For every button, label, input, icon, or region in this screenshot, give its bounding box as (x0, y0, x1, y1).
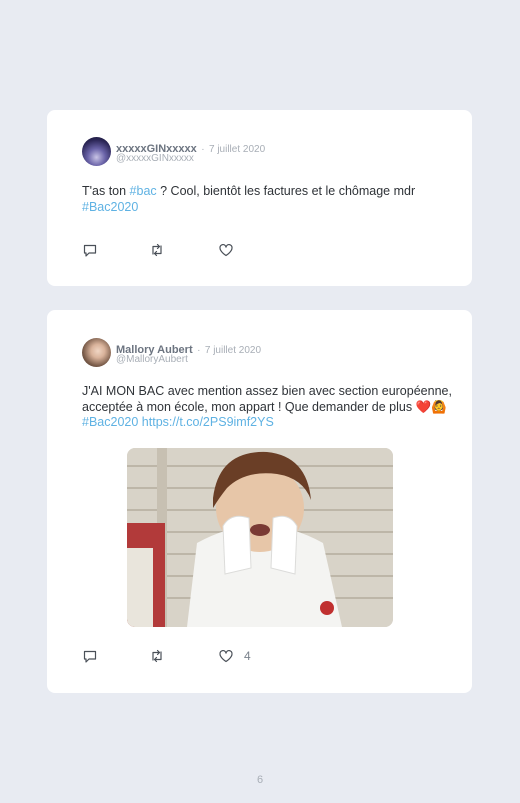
tweet-card: xxxxxGINxxxxx · 7 juillet 2020 @xxxxxGIN… (47, 110, 472, 286)
retweet-icon (152, 243, 162, 257)
heart-icon (219, 243, 233, 257)
heart-icon (219, 649, 233, 663)
tweet-text: T'as ton #bac ? Cool, bientôt les factur… (82, 184, 452, 215)
retweet-button[interactable] (149, 242, 165, 258)
like-button[interactable] (218, 242, 244, 258)
like-button[interactable]: 4 (218, 648, 251, 664)
tweet-date[interactable]: 7 juillet 2020 (209, 144, 265, 155)
emoji: ❤️🙆 (415, 399, 447, 414)
tweet-actions: 4 (82, 648, 382, 664)
tweet-card: Mallory Aubert · 7 juillet 2020 @Mallory… (47, 310, 472, 693)
tweet-text: J'AI MON BAC avec mention assez bien ave… (82, 384, 452, 431)
retweet-icon (152, 649, 162, 663)
reply-icon (83, 244, 97, 257)
text-segment: J'AI MON BAC avec mention assez bien ave… (82, 384, 452, 414)
meta-separator: · (197, 345, 201, 356)
like-count: 4 (244, 649, 251, 663)
url-link[interactable]: https://t.co/2PS9imf2YS (142, 415, 274, 429)
tweet-date[interactable]: 7 juillet 2020 (205, 345, 261, 356)
hashtag-link[interactable]: #bac (130, 184, 157, 198)
reply-button[interactable] (82, 242, 98, 258)
reply-icon (83, 650, 97, 663)
page-number: 6 (256, 774, 264, 786)
hashtag-link[interactable]: #Bac2020 (82, 200, 138, 214)
media-image (127, 448, 393, 627)
user-handle[interactable]: @xxxxxGINxxxxx (116, 153, 194, 164)
avatar[interactable] (82, 338, 111, 367)
tweet-actions (82, 242, 382, 258)
avatar[interactable] (82, 137, 111, 166)
user-handle[interactable]: @MalloryAubert (116, 354, 188, 365)
text-segment: T'as ton (82, 184, 130, 198)
text-segment: ? Cool, bientôt les factures et le chôma… (156, 184, 416, 198)
tweet-media-gif[interactable] (127, 448, 393, 627)
hashtag-link[interactable]: #Bac2020 (82, 415, 138, 429)
reply-button[interactable] (82, 648, 98, 664)
retweet-button[interactable] (149, 648, 165, 664)
meta-separator: · (201, 144, 205, 155)
